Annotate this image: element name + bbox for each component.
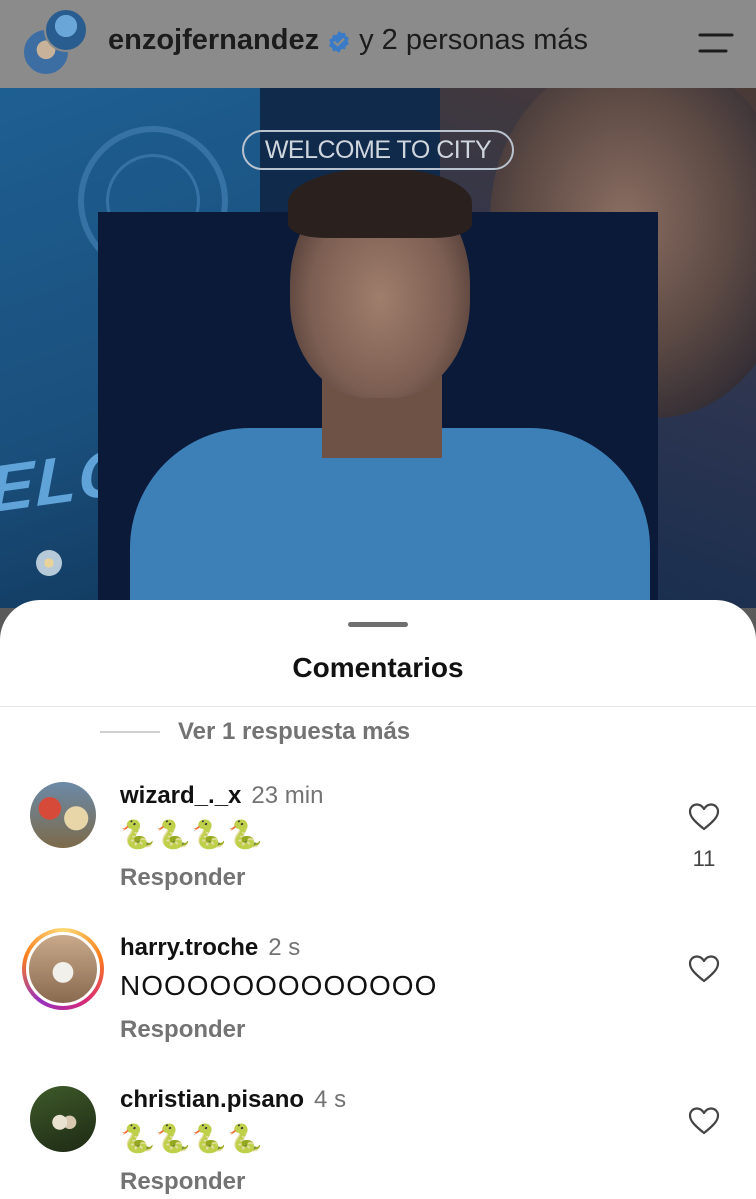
comment-item: wizard_._x 23 min 🐍🐍🐍🐍 Responder 11 bbox=[0, 782, 756, 912]
author-suffix: y 2 personas más bbox=[359, 24, 588, 56]
post-header: enzojfernandez y 2 personas más bbox=[0, 0, 756, 88]
comment-username[interactable]: christian.pisano bbox=[120, 1086, 304, 1113]
player-figure bbox=[130, 168, 650, 608]
sheet-drag-handle[interactable] bbox=[348, 622, 408, 627]
collab-avatars[interactable] bbox=[22, 8, 94, 76]
post-image[interactable]: ELCO WELCOME TO CITY bbox=[0, 88, 756, 608]
comment-text: 🐍🐍🐍🐍 bbox=[120, 819, 264, 850]
comment-time: 4 s bbox=[314, 1086, 347, 1113]
like-count: 11 bbox=[692, 846, 716, 871]
author-username[interactable]: enzojfernandez bbox=[108, 24, 319, 57]
reply-button[interactable]: Responder bbox=[120, 864, 245, 892]
welcome-banner: WELCOME TO CITY bbox=[242, 130, 514, 170]
comment-username[interactable]: wizard_._x bbox=[120, 782, 241, 809]
comment-time: 23 min bbox=[251, 782, 324, 809]
heart-icon[interactable] bbox=[688, 954, 720, 984]
sheet-title: Comentarios bbox=[292, 652, 464, 683]
comment-item: harry.troche 2 s NOOOOOOOOOOOOO Responder bbox=[0, 928, 756, 1064]
heart-icon[interactable] bbox=[688, 802, 720, 832]
view-more-replies-label[interactable]: Ver 1 respuesta más bbox=[178, 718, 410, 746]
player-hair bbox=[288, 168, 472, 238]
reply-button[interactable]: Responder bbox=[120, 1168, 245, 1196]
comment-item: christian.pisano 4 s 🐍🐍🐍🐍 Responder bbox=[0, 1086, 756, 1199]
view-more-replies[interactable]: Ver 1 respuesta más bbox=[100, 718, 410, 746]
avatar[interactable] bbox=[30, 782, 96, 848]
post-authors[interactable]: enzojfernandez y 2 personas más bbox=[108, 24, 588, 57]
comment-text: NOOOOOOOOOOOOO bbox=[120, 970, 438, 1001]
comment-text: 🐍🐍🐍🐍 bbox=[120, 1123, 264, 1154]
avatar bbox=[26, 932, 100, 1006]
reply-button[interactable]: Responder bbox=[120, 1016, 245, 1044]
flag-icon bbox=[36, 550, 62, 576]
avatar-story-ring[interactable] bbox=[22, 928, 104, 1010]
heart-icon[interactable] bbox=[688, 1106, 720, 1136]
avatar bbox=[44, 8, 88, 52]
comment-time: 2 s bbox=[268, 934, 301, 961]
avatar[interactable] bbox=[30, 1086, 96, 1152]
divider bbox=[0, 706, 756, 707]
comment-username[interactable]: harry.troche bbox=[120, 934, 258, 961]
verified-badge-icon bbox=[327, 29, 351, 53]
menu-icon[interactable] bbox=[696, 30, 736, 56]
reply-thread-line bbox=[100, 731, 160, 733]
comments-sheet: Comentarios Ver 1 respuesta más wizard_.… bbox=[0, 600, 756, 1199]
